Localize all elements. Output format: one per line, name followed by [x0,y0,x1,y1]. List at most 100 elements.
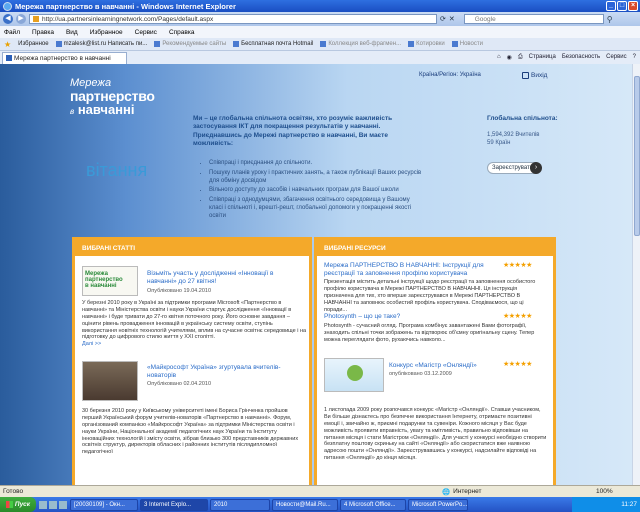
article-body: У березні 2010 року в Україні за підтрим… [82,300,307,348]
help-icon[interactable]: ? [633,54,636,61]
rss-icon[interactable]: ◉ [507,54,512,61]
site-logo[interactable]: Мережа партнерство в навчанні [70,78,155,117]
taskbar-button[interactable]: Новости@Mail.Ru... [272,498,338,511]
scrollbar-thumb[interactable] [634,76,640,236]
stop-icon[interactable]: ✕ [449,15,455,23]
url-input[interactable]: http://ua.partnersinlearningnetwork.com/… [29,14,437,24]
rating-stars: ★★★★★ [503,313,532,320]
resources-header: ВИБРАНІ РЕСУРСИ [317,240,553,256]
article-body: 30 березня 2010 року у Київському універ… [82,408,299,456]
favorite-item[interactable]: Новости [451,41,483,47]
countries-count: 59 Країн [487,140,511,147]
resource-title[interactable]: Мережа ПАРТНЕРСТВО В НАВЧАННІ: Інструкці… [324,262,504,278]
article-title[interactable]: «Майкрософт Україна» згуртувала вчителів… [147,364,297,380]
menu-favorites[interactable]: Избранное [90,29,123,36]
start-label: Пуск [14,501,31,508]
minimize-button[interactable]: _ [606,1,616,11]
menu-view[interactable]: Вид [66,29,78,36]
globe-icon: 🌐 [442,488,451,496]
clock: 11:27 [621,501,637,508]
resource-title[interactable]: Photosynth – що це таке? [324,313,504,321]
maximize-button[interactable]: □ [617,1,627,11]
page-icon [33,16,39,22]
article-date: Опубліковано 19.04.2010 [147,288,211,294]
arrow-right-icon[interactable]: › [530,162,542,174]
favorite-item[interactable]: Котировки [408,41,445,47]
global-community: Глобальна спільнота: 1,594,392 Вчителів … [487,115,558,148]
refresh-icon[interactable]: ⟳ [440,15,446,23]
safety-menu[interactable]: Безопасность [562,54,600,61]
news-icon [451,41,458,47]
tools-menu[interactable]: Сервис [606,54,627,61]
zoom-level[interactable]: 100% [596,488,613,495]
zone-label: Интернет [453,488,482,495]
resource-body: Презентація містить детальні інструкції … [324,279,536,313]
quicklaunch-icon[interactable] [49,500,57,509]
articles-header: ВИБРАНІ СТАТТІ [75,240,309,256]
taskbar-button[interactable]: 2010 [210,498,270,511]
start-button[interactable]: Пуск [0,497,36,512]
intro-text: Ми – це глобальна спільнота освітян, хто… [193,115,393,148]
address-tools: ⟳ ✕ [440,15,455,23]
thumb-logo-text: Мережа партнерство в навчанні [85,271,123,289]
favorite-item[interactable]: mzalesk@list.ru Написать пи... [55,41,147,47]
global-title: Глобальна спільнота: [487,115,558,122]
favorite-item[interactable]: Рекомендуемые сайты [154,41,226,47]
close-button[interactable]: × [628,1,638,11]
vertical-scrollbar[interactable] [632,64,640,485]
resource-date: опубліковано 03.12.2009 [389,371,452,377]
contest-thumbnail[interactable] [324,358,384,392]
resource-body: Photosynth - сучасний огляд. Програма ко… [324,323,535,343]
exit-link[interactable]: Вихід [522,72,547,79]
resource-title[interactable]: Конкурс «Магістр «Онляндії» [389,362,499,370]
exit-icon [522,72,529,79]
taskbar-button[interactable]: 3 Internet Explo... [140,498,208,511]
ie-icon [3,1,12,11]
region-selector[interactable]: Країна/Регіон: Україна [419,72,481,78]
window-controls: _ □ × [606,1,638,11]
favorites-bar: ★ Избранное mzalesk@list.ru Написать пи.… [0,38,640,51]
menu-edit[interactable]: Правка [32,29,54,36]
hotmail-icon [233,41,240,47]
resource-body: 1 листопада 2009 року розпочався конкурс… [324,407,547,462]
article-date: Опубліковано 02.04.2010 [147,381,211,387]
more-link[interactable]: Далі >> [82,341,101,347]
benefits-list: Співпраці і приєднання до спільноти. Пош… [203,160,425,223]
search-icon[interactable]: ⚲ [607,15,613,24]
url-text: http://ua.partnersinlearningnetwork.com/… [42,15,214,23]
windows-flag-icon [5,501,13,508]
tab-current[interactable]: Мережа партнерство в навчанні [2,51,127,64]
article-photo[interactable] [82,361,138,401]
favorites-label[interactable]: Избранное [18,41,48,47]
status-bar: Готово 🌐 Интернет 100% [0,485,640,497]
logo-line3: в навчанні [70,102,135,117]
list-item: Пошуку планів уроку і практичних занять,… [209,170,425,186]
forward-button[interactable]: ▶ [16,14,26,24]
taskbar-button[interactable]: Microsoft PowerPo... [408,498,468,511]
welcome-heading: вітання [86,160,148,180]
back-button[interactable]: ◀ [3,14,13,24]
taskbar-button[interactable]: [20030109] - Окн... [70,498,138,511]
menu-tools[interactable]: Сервис [135,29,157,36]
quick-launch [36,500,70,509]
favorite-item[interactable]: Бесплатная почта Hotmail [233,41,313,47]
home-icon[interactable]: ⌂ [497,54,501,61]
quicklaunch-icon[interactable] [59,500,67,509]
search-input[interactable]: Google [463,14,604,24]
tab-favicon [6,55,12,61]
article-title[interactable]: Візьміть участь у дослідженні «Інновації… [147,270,297,286]
exit-label: Вихід [531,72,548,79]
taskbar-button[interactable]: 4 Microsoft Office... [340,498,406,511]
menu-help[interactable]: Справка [169,29,195,36]
logo-line2: партнерство [70,88,155,104]
rating-stars: ★★★★★ [503,361,532,368]
quicklaunch-icon[interactable] [39,500,47,509]
favorite-item[interactable]: Коллекция веб-фрагмен... [320,41,401,47]
page-menu[interactable]: Страница [529,54,556,61]
article-thumbnail[interactable]: Мережа партнерство в навчанні [82,266,138,296]
favorites-star-icon[interactable]: ★ [4,40,11,49]
tab-bar: Мережа партнерство в навчанні ⌂ ◉ ⎙ Стра… [0,51,640,64]
print-icon[interactable]: ⎙ [518,54,523,61]
menu-file[interactable]: Файл [4,29,20,36]
zone-indicator: 🌐 Интернет [442,488,481,496]
